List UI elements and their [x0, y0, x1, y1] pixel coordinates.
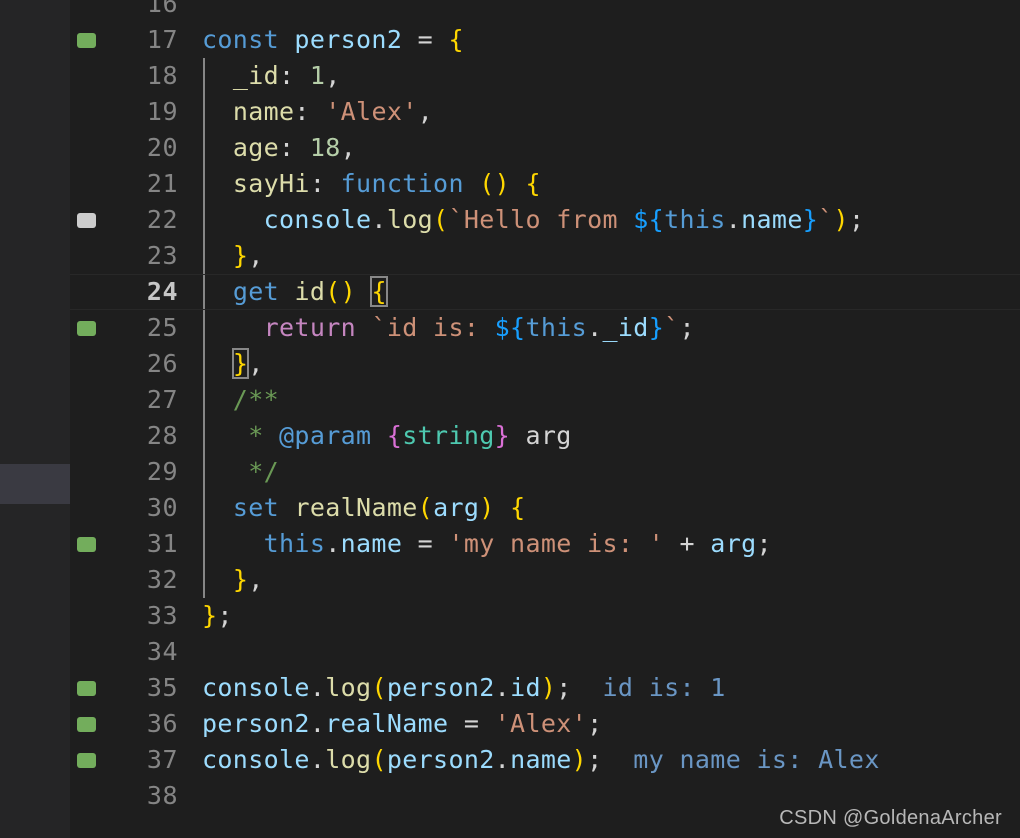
editor-lines[interactable]: 16 17 const person2 = {18 _id: 1, 19 name: …	[0, 0, 1020, 814]
code-text[interactable]: */	[202, 454, 279, 490]
line-number: 30	[146, 493, 178, 522]
code-text[interactable]: sayHi: function () {	[202, 166, 541, 202]
code-text[interactable]: this.name = 'my name is: ' + arg;	[202, 526, 772, 562]
code-text[interactable]: const person2 = {	[202, 22, 464, 58]
editor-line[interactable]: 33};	[0, 598, 1020, 634]
editor-line[interactable]: 37 console.log(person2.name); my name is:…	[0, 742, 1020, 778]
line-number: 28	[146, 421, 178, 450]
line-number: 19	[146, 97, 178, 126]
editor-line[interactable]: 31 this.name = 'my name is: ' + arg;	[0, 526, 1020, 562]
editor-line[interactable]: 17 const person2 = {	[0, 22, 1020, 58]
code-text[interactable]: },	[202, 238, 264, 274]
code-text[interactable]: console.log(`Hello from ${this.name}`);	[202, 202, 864, 238]
editor-line[interactable]: 27 /**	[0, 382, 1020, 418]
editor-line[interactable]: 25 return `id is: ${this._id}`;	[0, 310, 1020, 346]
editor-line[interactable]: 19 name: 'Alex',	[0, 94, 1020, 130]
code-text[interactable]: name: 'Alex',	[202, 94, 433, 130]
editor-line[interactable]: 22 console.log(`Hello from ${this.name}`…	[0, 202, 1020, 238]
editor-line[interactable]: 21 sayHi: function () {	[0, 166, 1020, 202]
gutter-change-marker-added[interactable]	[77, 33, 96, 48]
line-number: 18	[146, 61, 178, 90]
line-number: 35	[146, 673, 178, 702]
code-text[interactable]: set realName(arg) {	[202, 490, 526, 526]
editor-line[interactable]: 16	[0, 0, 1020, 22]
line-number: 32	[146, 565, 178, 594]
line-number: 37	[146, 745, 178, 774]
line-number: 38	[146, 781, 178, 810]
code-text[interactable]: /**	[202, 382, 279, 418]
gutter-change-marker-added[interactable]	[77, 321, 96, 336]
editor-line[interactable]: 24 get id() {	[0, 274, 1020, 310]
code-text[interactable]: _id: 1,	[202, 58, 341, 94]
text-cursor	[385, 278, 388, 306]
line-number: 34	[146, 637, 178, 666]
line-number: 23	[146, 241, 178, 270]
editor-line[interactable]: 35 console.log(person2.id); id is: 1	[0, 670, 1020, 706]
editor-line[interactable]: 30 set realName(arg) {	[0, 490, 1020, 526]
editor-line[interactable]: 23 },	[0, 238, 1020, 274]
line-number: 27	[146, 385, 178, 414]
line-number: 21	[146, 169, 178, 198]
editor-line[interactable]: 18 _id: 1,	[0, 58, 1020, 94]
editor-line[interactable]: 36 person2.realName = 'Alex';	[0, 706, 1020, 742]
editor-line[interactable]: 28 * @param {string} arg	[0, 418, 1020, 454]
code-text[interactable]: };	[202, 598, 233, 634]
code-text[interactable]: * @param {string} arg	[202, 418, 572, 454]
code-text[interactable]: console.log(person2.id); id is: 1	[202, 670, 726, 706]
line-number: 29	[146, 457, 178, 486]
editor-line[interactable]: 20 age: 18,	[0, 130, 1020, 166]
line-number: 20	[146, 133, 178, 162]
code-text[interactable]: },	[202, 346, 264, 382]
watermark-label: CSDN @GoldenaArcher	[779, 807, 1002, 829]
editor-line[interactable]: 32 },	[0, 562, 1020, 598]
code-text[interactable]: person2.realName = 'Alex';	[202, 706, 602, 742]
line-number: 24	[146, 277, 178, 306]
line-number: 36	[146, 709, 178, 738]
line-number: 17	[146, 25, 178, 54]
code-text[interactable]: get id() {	[202, 274, 388, 310]
editor-line[interactable]: 26 },	[0, 346, 1020, 382]
code-text[interactable]: age: 18,	[202, 130, 356, 166]
line-number: 33	[146, 601, 178, 630]
code-text[interactable]: console.log(person2.name); my name is: A…	[202, 742, 880, 778]
code-text[interactable]: },	[202, 562, 264, 598]
line-number: 26	[146, 349, 178, 378]
gutter-change-marker-added[interactable]	[77, 717, 96, 732]
gutter-change-marker-added[interactable]	[77, 537, 96, 552]
gutter-change-marker-modified[interactable]	[77, 213, 96, 228]
code-text[interactable]: return `id is: ${this._id}`;	[202, 310, 695, 346]
line-number: 16	[146, 0, 178, 18]
editor-line[interactable]: 29 */	[0, 454, 1020, 490]
line-number: 22	[146, 205, 178, 234]
line-number: 31	[146, 529, 178, 558]
gutter-change-marker-added[interactable]	[77, 753, 96, 768]
gutter-change-marker-added[interactable]	[77, 681, 96, 696]
editor-line[interactable]: 34	[0, 634, 1020, 670]
line-number: 25	[146, 313, 178, 342]
code-editor[interactable]: 16 17 const person2 = {18 _id: 1, 19 name: …	[0, 0, 1020, 838]
